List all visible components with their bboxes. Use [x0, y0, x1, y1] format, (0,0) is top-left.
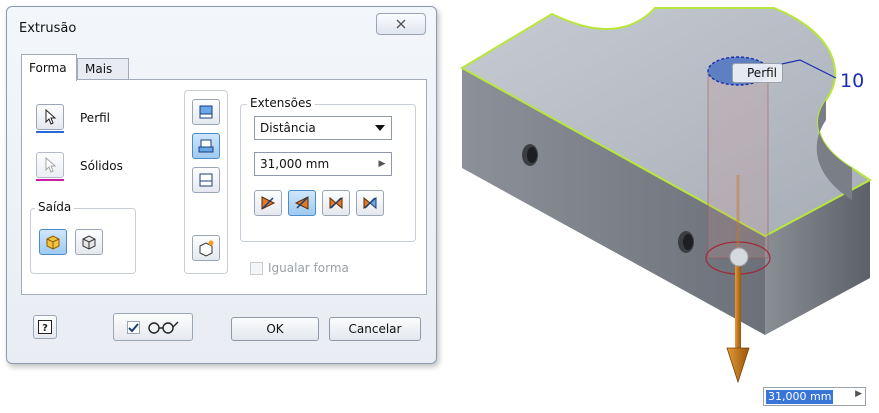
intersect-operation-button[interactable] — [192, 167, 220, 193]
profile-select-button[interactable] — [36, 104, 64, 130]
chevron-down-icon — [375, 125, 385, 131]
operation-group — [184, 90, 228, 274]
dialog-title: Extrusão — [19, 21, 77, 36]
join-icon — [199, 105, 213, 119]
profile-label: Perfil — [80, 111, 111, 125]
profile-tooltip-label: Perfil — [747, 66, 778, 80]
dialog-titlebar[interactable]: Extrusão — [7, 7, 436, 47]
output-group-title: Saída — [35, 200, 75, 214]
threaded-hole-left — [522, 144, 538, 166]
distance-readout-field[interactable]: 31,000 mm ▶ — [763, 387, 866, 406]
match-shape-checkbox[interactable] — [250, 262, 263, 275]
direction-1-button[interactable] — [254, 190, 282, 216]
distance-readout-value: 31,000 mm — [766, 390, 834, 404]
profile-tooltip: Perfil — [732, 63, 784, 83]
cut-icon — [198, 139, 214, 153]
model-viewport[interactable]: Perfil 10 — [440, 0, 879, 410]
close-icon — [396, 19, 406, 29]
tab-forma[interactable]: Forma — [21, 54, 77, 81]
direction-asymmetric-icon — [363, 196, 377, 210]
profile-indicator — [36, 131, 64, 133]
new-solid-button[interactable] — [192, 235, 220, 261]
extrusion-dialog: Extrusão Forma Mais Perfil Sólidos Saída… — [6, 6, 437, 364]
new-solid-icon — [199, 240, 214, 257]
help-button[interactable]: ? — [33, 315, 57, 339]
direction-arrow-shaft[interactable] — [735, 262, 741, 348]
join-operation-button[interactable] — [192, 99, 220, 125]
match-shape-label: Igualar forma — [268, 261, 349, 275]
solids-label: Sólidos — [80, 159, 123, 173]
cursor-arrow-icon — [45, 157, 57, 173]
solids-select-button[interactable] — [36, 152, 64, 178]
direction-symmetric-icon — [329, 196, 343, 210]
output-solid-button[interactable] — [39, 229, 67, 255]
distance-input[interactable]: 31,000 mm ▶ — [254, 152, 392, 176]
threaded-hole-right — [678, 231, 694, 253]
cut-operation-button[interactable] — [192, 133, 220, 159]
direction-default-icon — [261, 196, 276, 210]
output-surface-button[interactable] — [75, 229, 103, 255]
extents-group-title: Extensões — [247, 96, 315, 110]
direction-asymmetric-button[interactable] — [356, 190, 384, 216]
distance-value: 31,000 mm — [260, 157, 330, 171]
chevron-right-icon[interactable]: ▶ — [373, 153, 391, 175]
preview-toggle[interactable] — [113, 313, 193, 341]
svg-text:?: ? — [42, 323, 48, 334]
close-button[interactable] — [376, 13, 426, 35]
tab-panel-forma: Perfil Sólidos Saída Extensões Distância… — [21, 79, 427, 295]
direction-arrow-head[interactable] — [726, 347, 750, 384]
checkmark-icon — [127, 322, 139, 332]
preview-checkbox[interactable] — [126, 320, 140, 334]
solid-cube-icon — [46, 235, 60, 250]
extent-type-dropdown[interactable]: Distância — [254, 116, 392, 140]
intersect-icon — [199, 173, 213, 187]
drag-handle-sphere[interactable] — [729, 247, 749, 267]
surface-cube-icon — [82, 235, 96, 250]
glasses-icon — [147, 321, 178, 334]
ok-button[interactable]: OK — [231, 317, 319, 341]
help-icon: ? — [38, 320, 52, 334]
cancel-button[interactable]: Cancelar — [329, 317, 421, 341]
tab-mais[interactable]: Mais — [77, 58, 129, 80]
direction-2-button[interactable] — [288, 190, 316, 216]
direction-flipped-icon — [294, 196, 309, 210]
cursor-arrow-icon — [45, 109, 57, 125]
direction-symmetric-button[interactable] — [322, 190, 350, 216]
output-group: Saída — [30, 200, 136, 274]
chevron-right-icon[interactable]: ▶ — [855, 389, 862, 399]
balloon-number: 10 — [840, 70, 865, 92]
extent-type-value: Distância — [260, 121, 316, 135]
model-canvas[interactable] — [440, 0, 879, 410]
solids-indicator — [36, 179, 64, 181]
